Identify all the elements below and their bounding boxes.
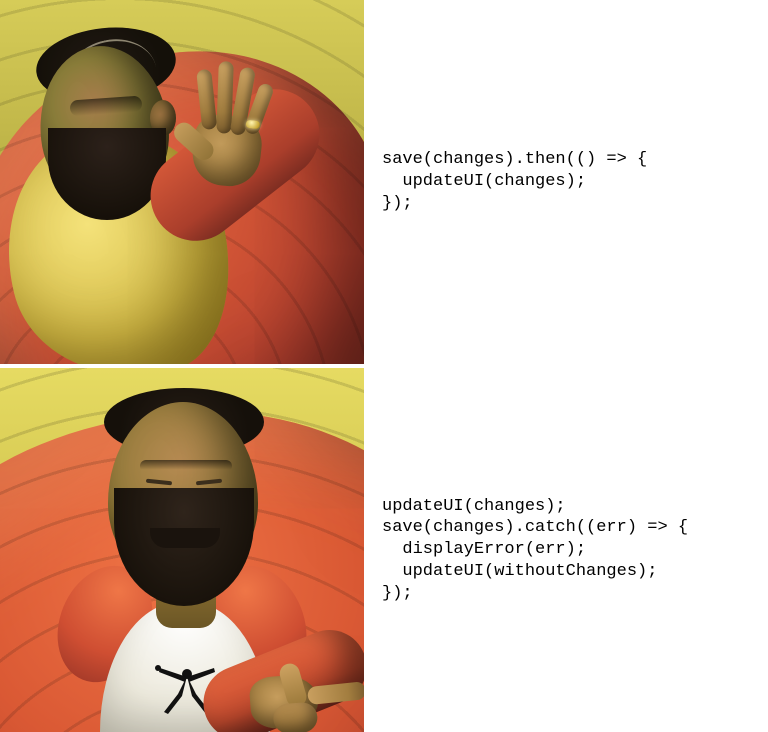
drake-panel-approve: [0, 368, 364, 732]
code-panel-approve: updateUI(changes); save(changes).catch((…: [368, 368, 768, 732]
code-snippet-top: save(changes).then(() => { updateUI(chan…: [382, 149, 647, 214]
code-snippet-bottom: updateUI(changes); save(changes).catch((…: [382, 496, 688, 605]
pointing-hand-icon: [247, 654, 364, 732]
drake-disapprove-image: [0, 0, 364, 364]
raised-hand-icon: [180, 54, 281, 190]
drake-panel-disapprove: [0, 0, 364, 364]
drake-approve-image: [0, 368, 364, 732]
code-panel-disapprove: save(changes).then(() => { updateUI(chan…: [368, 0, 768, 364]
drake-meme-grid: save(changes).then(() => { updateUI(chan…: [0, 0, 768, 732]
